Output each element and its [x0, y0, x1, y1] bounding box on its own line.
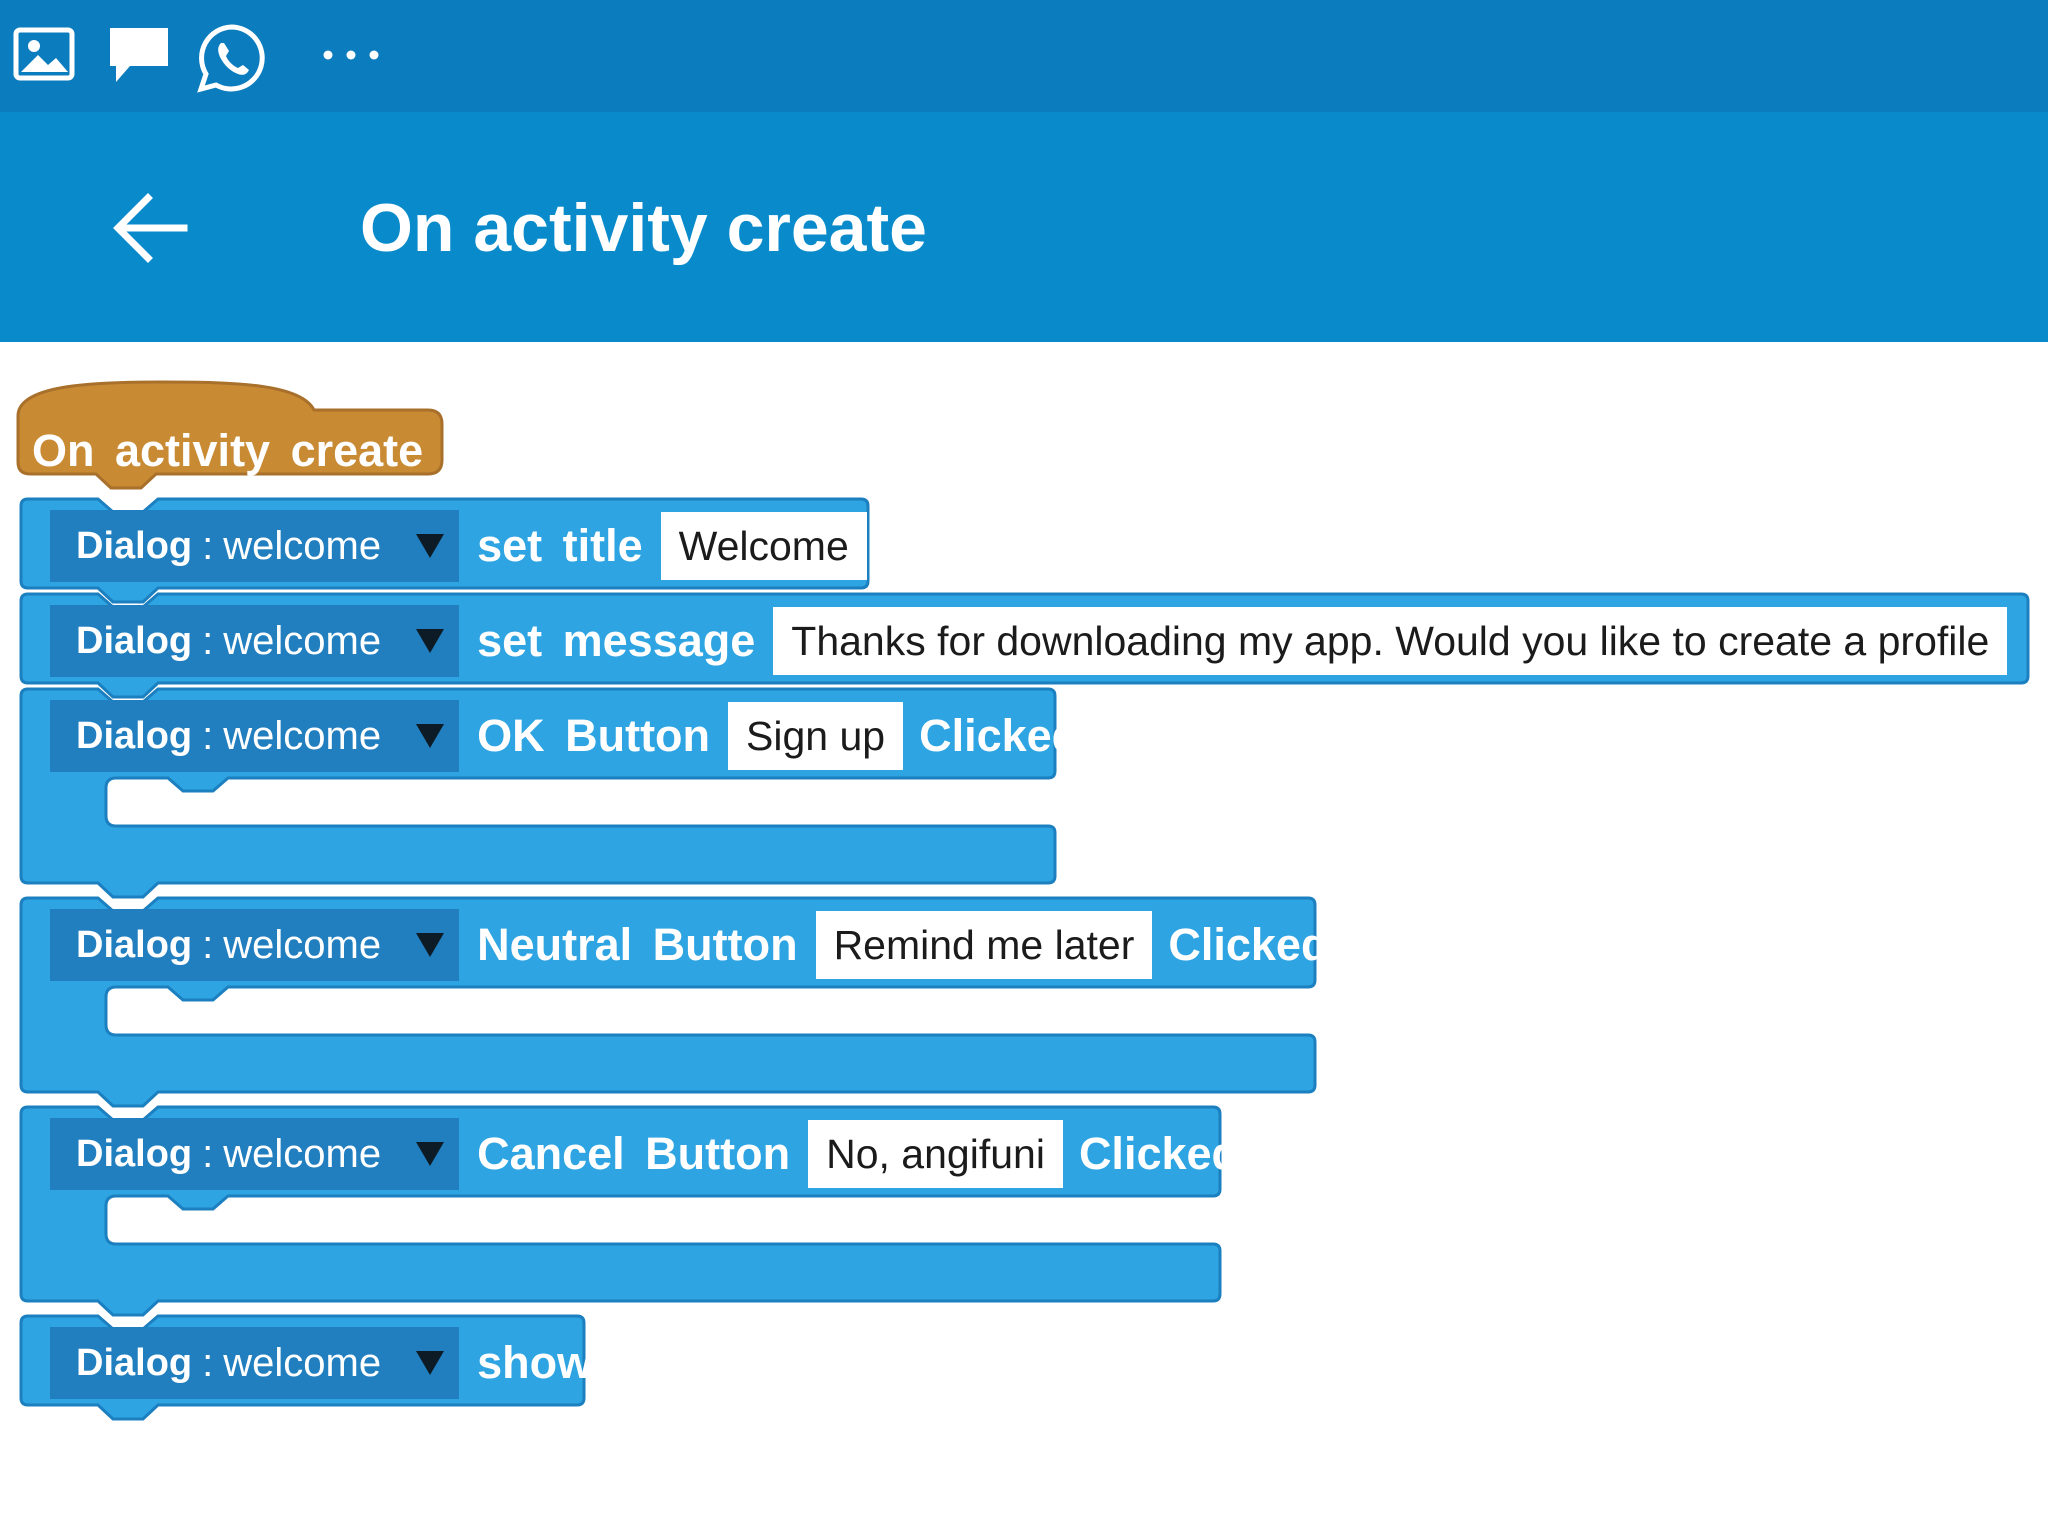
block-action-label: Cancel Button: [477, 1128, 791, 1179]
arrow-left-icon[interactable]: [108, 187, 190, 269]
block-action-label: set message: [477, 615, 756, 666]
block-action-label: show: [477, 1337, 593, 1388]
component-type: Dialog: [76, 923, 193, 966]
dropdown-arrow-icon[interactable]: [415, 1141, 445, 1167]
chat-icon: [110, 28, 168, 82]
component-selector[interactable]: Dialog : welcome: [50, 700, 460, 772]
component-separator: :: [202, 618, 214, 663]
component-selector[interactable]: Dialog : welcome: [50, 510, 460, 582]
component-type: Dialog: [76, 524, 193, 567]
dropdown-arrow-icon[interactable]: [415, 628, 445, 654]
title-value-field[interactable]: Welcome: [660, 512, 867, 580]
component-name: welcome: [223, 1340, 382, 1385]
app-bar: On activity create: [0, 112, 2048, 342]
component-type: Dialog: [76, 714, 193, 757]
neutral-button-text-field[interactable]: Remind me later: [815, 911, 1153, 979]
whatsapp-icon: [197, 24, 265, 93]
component-separator: :: [202, 713, 214, 758]
component-name: welcome: [223, 618, 382, 663]
block-action-label: Neutral Button: [477, 919, 798, 970]
dropdown-arrow-icon[interactable]: [415, 1350, 445, 1376]
component-selector[interactable]: Dialog : welcome: [50, 909, 460, 981]
component-selector[interactable]: Dialog : welcome: [50, 1118, 460, 1190]
component-name: welcome: [223, 922, 382, 967]
more-icon[interactable]: [318, 40, 384, 70]
dropdown-arrow-icon[interactable]: [415, 533, 445, 559]
component-name: welcome: [223, 523, 382, 568]
block-suffix-label: Clicked: [919, 710, 1080, 761]
component-name: welcome: [223, 1131, 382, 1176]
gallery-icon: [13, 27, 75, 81]
component-name: welcome: [223, 713, 382, 758]
status-bar: [0, 0, 2048, 112]
component-separator: :: [202, 1340, 214, 1385]
block-suffix-label: Clicked: [1078, 1128, 1240, 1179]
message-value-field[interactable]: Thanks for downloading my app. Would you…: [773, 607, 2008, 675]
component-selector[interactable]: Dialog : welcome: [50, 1327, 460, 1399]
event-block-label: On activity create: [32, 425, 424, 476]
component-type: Dialog: [76, 619, 193, 662]
block-suffix-label: Clicked: [1168, 919, 1329, 970]
component-type: Dialog: [76, 1341, 193, 1384]
cancel-button-text-field[interactable]: No, angifuni: [808, 1120, 1063, 1188]
component-selector[interactable]: Dialog : welcome: [50, 605, 460, 677]
component-type: Dialog: [76, 1132, 193, 1175]
dropdown-arrow-icon[interactable]: [415, 723, 445, 749]
component-separator: :: [202, 922, 214, 967]
page-title: On activity create: [360, 190, 927, 266]
ok-button-text-field[interactable]: Sign up: [728, 702, 904, 770]
dropdown-arrow-icon[interactable]: [415, 932, 445, 958]
component-separator: :: [202, 523, 214, 568]
block-action-label: set title: [477, 520, 643, 571]
block-action-label: OK Button: [477, 710, 711, 761]
component-separator: :: [202, 1131, 214, 1176]
